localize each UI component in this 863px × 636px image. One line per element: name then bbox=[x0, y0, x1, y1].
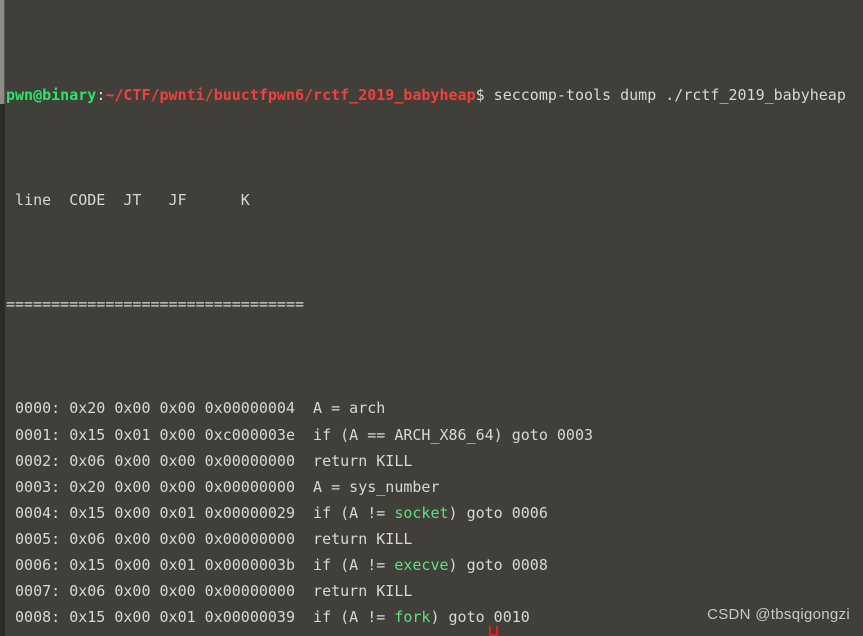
row-disasm-prefix: if (A != bbox=[313, 608, 395, 627]
row-disasm-prefix: if (A == ARCH_X86_64) goto 0003 bbox=[313, 425, 594, 444]
table-separator: ================================= bbox=[6, 295, 305, 314]
row-bytecode: 0007: 0x06 0x00 0x00 0x00000000 bbox=[6, 582, 314, 601]
row-bytecode: 0008: 0x15 0x00 0x01 0x00000039 bbox=[6, 608, 314, 627]
table-row: 0006: 0x15 0x00 0x01 0x0000003b if (A !=… bbox=[6, 552, 863, 578]
table-row: 0001: 0x15 0x01 0x00 0xc000003e if (A ==… bbox=[6, 422, 863, 448]
text-cursor bbox=[489, 626, 498, 636]
row-bytecode: 0001: 0x15 0x01 0x00 0xc000003e bbox=[6, 425, 314, 444]
table-row: 0009: 0x06 0x00 0x00 0x00000000 return K… bbox=[6, 630, 863, 636]
row-bytecode: 0003: 0x20 0x00 0x00 0x00000000 bbox=[6, 477, 314, 496]
scrollbar-thumb[interactable] bbox=[0, 0, 5, 104]
table-row: 0005: 0x06 0x00 0x00 0x00000000 return K… bbox=[6, 526, 863, 552]
row-disasm-prefix: return KILL bbox=[313, 529, 413, 548]
table-row: 0002: 0x06 0x00 0x00 0x00000000 return K… bbox=[6, 448, 863, 474]
syscall-name: socket bbox=[394, 503, 449, 522]
row-disasm-prefix: return KILL bbox=[313, 451, 413, 470]
row-disasm-prefix: return KILL bbox=[313, 582, 413, 601]
row-bytecode: 0006: 0x15 0x00 0x01 0x0000003b bbox=[6, 555, 314, 574]
syscall-name: execve bbox=[394, 555, 449, 574]
prompt-line: pwn@binary:~/CTF/pwnti/buuctfpwn6/rctf_2… bbox=[6, 82, 863, 108]
table-row: 0000: 0x20 0x00 0x00 0x00000004 A = arch bbox=[6, 395, 863, 421]
row-disasm-prefix: if (A != bbox=[313, 555, 395, 574]
table-header: line CODE JT JF K bbox=[6, 190, 250, 209]
row-bytecode: 0005: 0x06 0x00 0x00 0x00000000 bbox=[6, 529, 314, 548]
row-disasm-prefix: if (A != bbox=[313, 503, 395, 522]
row-disasm-prefix: A = arch bbox=[313, 399, 386, 418]
row-disasm-suffix: ) goto 0006 bbox=[448, 503, 548, 522]
prompt-user-host: pwn@binary bbox=[6, 86, 97, 105]
row-bytecode: 0002: 0x06 0x00 0x00 0x00000000 bbox=[6, 451, 314, 470]
terminal-screen: pwn@binary:~/CTF/pwnti/buuctfpwn6/rctf_2… bbox=[6, 4, 863, 636]
table-row: 0004: 0x15 0x00 0x01 0x00000029 if (A !=… bbox=[6, 500, 863, 526]
prompt-command: seccomp-tools dump ./rctf_2019_babyheap bbox=[484, 86, 846, 105]
row-disasm-prefix: A = sys_number bbox=[313, 477, 440, 496]
terminal-window[interactable]: pwn@binary:~/CTF/pwnti/buuctfpwn6/rctf_2… bbox=[0, 0, 863, 636]
table-rows: 0000: 0x20 0x00 0x00 0x00000004 A = arch… bbox=[6, 395, 863, 636]
row-disasm-suffix: ) goto 0010 bbox=[430, 608, 530, 627]
row-disasm-suffix: ) goto 0008 bbox=[448, 555, 548, 574]
csdn-watermark: CSDN @tbsqigongzi bbox=[707, 605, 850, 623]
terminal-scrollbar[interactable] bbox=[0, 0, 5, 636]
prompt-sigil: $ bbox=[475, 86, 485, 105]
table-row: 0007: 0x06 0x00 0x00 0x00000000 return K… bbox=[6, 578, 863, 604]
prompt-path: ~/CTF/pwnti/buuctfpwn6/rctf_2019_babyhea… bbox=[105, 86, 476, 105]
syscall-name: fork bbox=[394, 608, 431, 627]
prompt-separator: : bbox=[96, 86, 106, 105]
row-bytecode: 0000: 0x20 0x00 0x00 0x00000004 bbox=[6, 399, 314, 418]
row-bytecode: 0004: 0x15 0x00 0x01 0x00000029 bbox=[6, 503, 314, 522]
table-row: 0003: 0x20 0x00 0x00 0x00000000 A = sys_… bbox=[6, 474, 863, 500]
